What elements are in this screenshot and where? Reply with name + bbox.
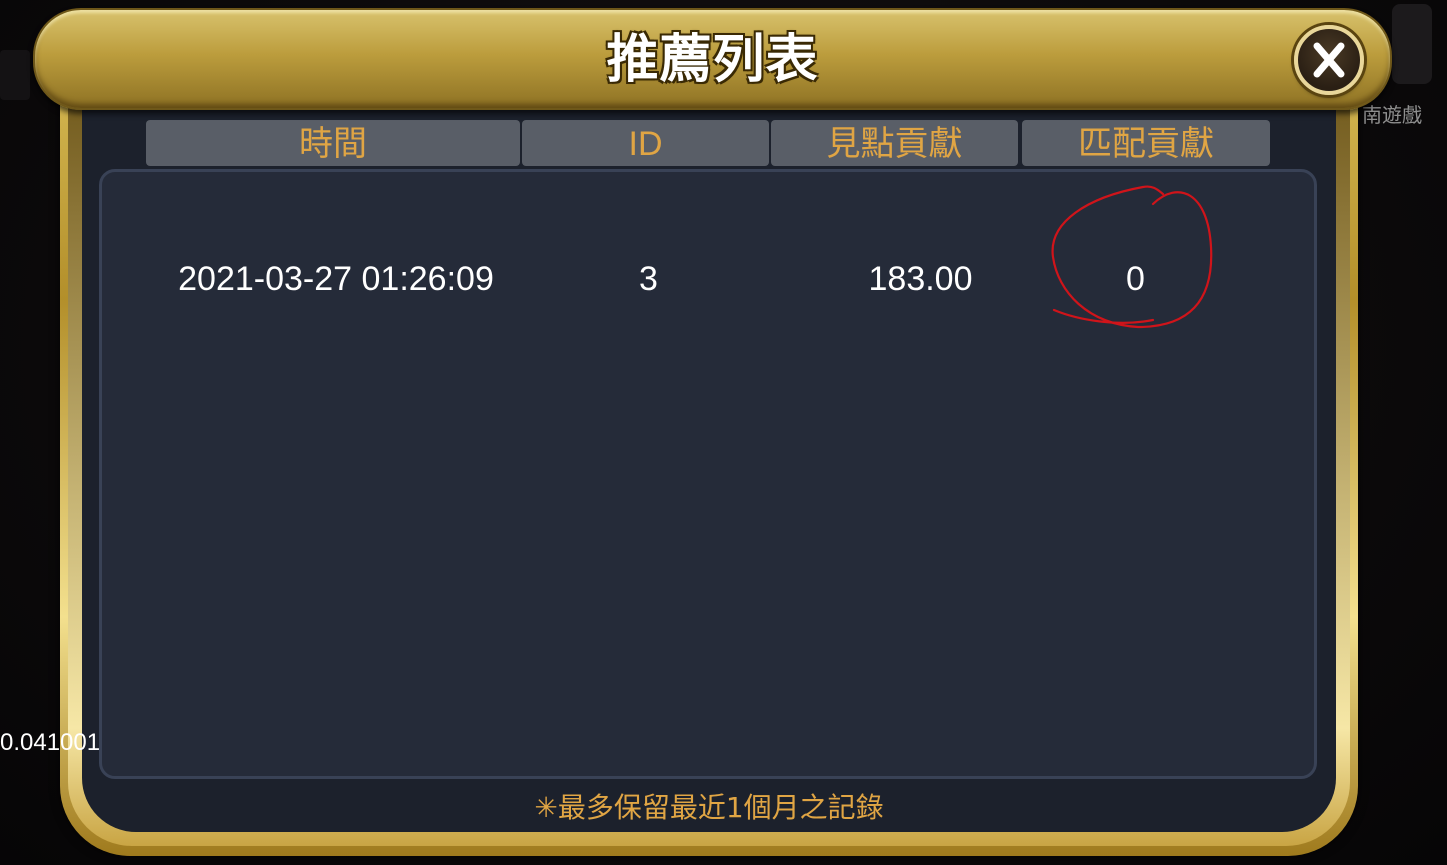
background-right-element [1392, 4, 1432, 84]
close-button[interactable] [1294, 25, 1364, 95]
cell-match-contribution: 0 [1126, 260, 1145, 298]
dialog-header: 推薦列表 [33, 8, 1392, 110]
dialog-title: 推薦列表 [606, 30, 819, 90]
cell-time: 2021-03-27 01:26:09 [178, 260, 494, 298]
footer-note: ✳最多保留最近1個月之記錄 [534, 791, 884, 824]
column-header-id: ID [522, 120, 769, 166]
close-icon [1313, 42, 1345, 78]
column-header-time: 時間 [146, 120, 520, 166]
background-number: 0.041001 [0, 729, 101, 756]
table-row: 2021-03-27 01:26:09 3 183.00 0 [102, 248, 1314, 310]
column-header-points-contribution: 見點貢獻 [771, 120, 1018, 166]
cell-points-contribution: 183.00 [868, 260, 973, 298]
background-left-element [0, 50, 30, 100]
column-header-match-contribution: 匹配貢獻 [1022, 120, 1270, 166]
cell-id: 3 [639, 260, 658, 298]
records-list[interactable]: 2021-03-27 01:26:09 3 183.00 0 [99, 169, 1317, 779]
